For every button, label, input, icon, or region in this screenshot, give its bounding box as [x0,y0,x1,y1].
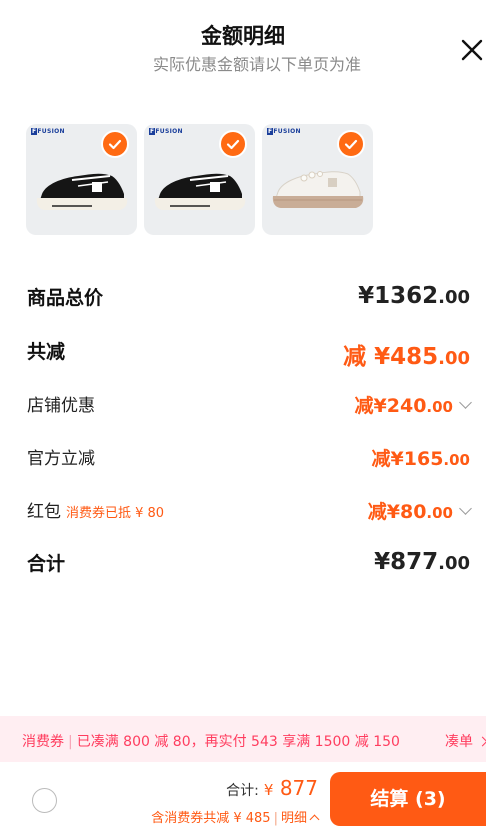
red-packet-note: 消费券已抵 ¥ 80 [66,506,165,521]
footer-total-value: ¥ 877 [264,776,318,800]
amount-cents: .00 [438,348,470,369]
discount-prefix: 减 [367,501,387,523]
sheet-subtitle: 实际优惠金额请以下单页为准 [152,55,361,74]
footer-total-amount: 877 [279,776,318,800]
sneaker-image [154,173,246,210]
total-discount-value: 减 ¥485.00 [343,337,470,371]
sneaker-image [272,171,364,208]
store-discount-value: 减¥240.00 [354,391,472,418]
red-packet-row[interactable]: 红包 消费券已抵 ¥ 80 减¥80.00 [27,497,472,525]
currency-symbol: ¥ [374,344,391,370]
currency-symbol: ¥ [386,501,400,523]
discount-prefix: 减 [371,448,391,470]
official-discount-row: 官方立减 减¥165.00 [27,444,470,472]
coupon-banner[interactable]: 消费券 | 已凑满 800 减 80，再实付 543 享满 1500 减 150 凑… [0,716,486,762]
selected-check-icon[interactable] [219,130,247,158]
detail-toggle-label: 明细 [280,811,307,826]
red-packet-label: 红包 消费券已抵 ¥ 80 [27,497,164,522]
sheet-title: 金额明细 [201,24,285,48]
chevron-right-icon [478,736,486,747]
amount-integer: 165 [403,448,444,470]
currency-symbol: ¥ [358,283,375,309]
discount-prefix: 减 [343,344,375,370]
selected-check-icon[interactable] [337,130,365,158]
currency-symbol: ¥ [373,395,387,417]
footer-total-label: 合计: [226,783,259,799]
amount-integer: 485 [390,344,439,370]
amount-cents: .00 [426,398,453,416]
coupon-banner-text: 消费券 | 已凑满 800 减 80，再实付 543 享满 1500 减 150 [22,731,400,751]
store-discount-row[interactable]: 店铺优惠 减¥240.00 [27,391,472,419]
footer-discount-summary[interactable]: 含消费券共减 ¥ 485 | 明细 [120,807,320,826]
chevron-down-icon[interactable] [459,396,472,409]
amount-detail-sheet: 金额明细 实际优惠金额请以下单页为准 FFUSION FFUSION FFUSI… [0,0,486,830]
amount-cents: .00 [438,287,470,308]
product-thumbnail[interactable]: FFUSION [26,124,137,235]
select-all-radio[interactable] [32,788,57,813]
divider: | [68,734,73,750]
total-label: 合计 [27,553,66,575]
coupon-tag: 消费券 [22,734,64,750]
footer-discount-text: 含消费券共减 ¥ 485 [151,811,271,826]
brand-logo: FFUSION [267,128,301,135]
chevron-down-icon[interactable] [459,502,472,515]
add-items-label: 凑单 [445,734,473,750]
selected-check-icon[interactable] [101,130,129,158]
product-thumbnail[interactable]: FFUSION [262,124,373,235]
official-discount-label: 官方立减 [27,449,95,469]
subtotal-label: 商品总价 [27,287,104,309]
footer-total: 合计: ¥ 877 [200,776,318,800]
product-thumbnail[interactable]: FFUSION [144,124,255,235]
red-packet-title: 红包 [27,502,61,522]
currency-symbol: ¥ [263,781,274,799]
amount-integer: 1362 [374,283,439,309]
total-row: 合计 ¥877.00 [27,549,470,579]
coupon-progress-text: 已凑满 800 减 80，再实付 543 享满 1500 减 150 [76,734,400,750]
chevron-up-icon [309,814,320,825]
checkout-button[interactable]: 结算 (3) [330,772,486,826]
subtotal-row: 商品总价 ¥1362.00 [27,283,470,313]
brand-logo: FFUSION [31,128,65,135]
divider: | [273,811,278,826]
discount-prefix: 减 [354,395,374,417]
total-value: ¥877.00 [374,549,470,575]
close-icon[interactable] [458,36,486,64]
red-packet-value: 减¥80.00 [367,497,472,524]
total-discount-label: 共减 [27,341,66,363]
total-discount-row: 共减 减 ¥485.00 [27,337,470,370]
sneaker-image [36,173,128,210]
amount-integer: 240 [386,395,427,417]
product-thumbnails: FFUSION FFUSION FFUSION [26,124,373,235]
checkout-bar: 合计: ¥ 877 含消费券共减 ¥ 485 | 明细 结算 (3) [0,762,486,830]
brand-logo: FFUSION [149,128,183,135]
amount-cents: .00 [438,553,470,574]
subtotal-value: ¥1362.00 [358,283,470,309]
store-discount-label: 店铺优惠 [27,396,95,416]
amount-integer: 80 [399,501,427,523]
currency-symbol: ¥ [374,549,391,575]
official-discount-value: 减¥165.00 [372,444,471,471]
currency-symbol: ¥ [390,448,404,470]
amount-cents: .00 [426,504,453,522]
amount-cents: .00 [443,451,470,469]
amount-integer: 877 [390,549,439,575]
add-items-link[interactable]: 凑单 [445,731,486,751]
